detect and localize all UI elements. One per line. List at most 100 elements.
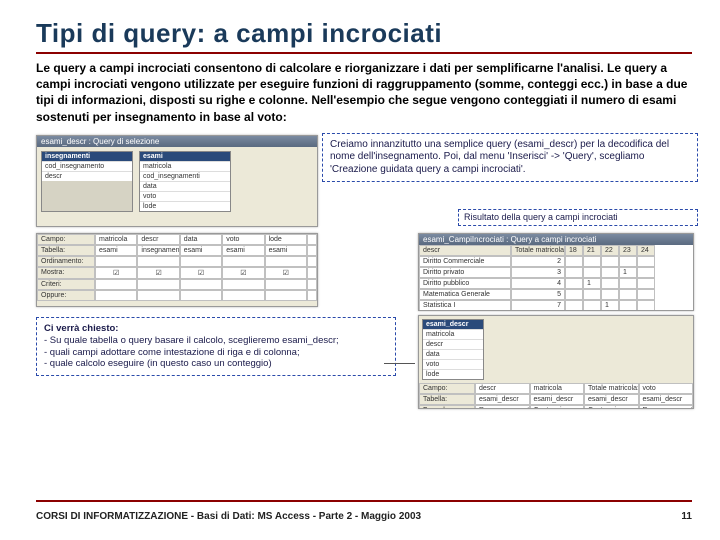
cell: 3	[511, 267, 565, 278]
cell	[619, 256, 637, 267]
row-label: Campo:	[419, 383, 475, 394]
field: cod_insegnamenti	[140, 171, 230, 181]
title-underline	[36, 52, 692, 54]
cell	[565, 289, 583, 300]
cell	[637, 278, 655, 289]
cell	[307, 256, 317, 267]
row-label: Tabella:	[37, 245, 95, 256]
footer-text: CORSI DI INFORMATIZZAZIONE - Basi di Dat…	[36, 511, 421, 522]
slide-title: Tipi di query: a campi incrociati	[36, 18, 692, 49]
table-esami-descr: esami_descr matricola descr data voto lo…	[422, 319, 484, 380]
col-header: 21	[583, 245, 601, 256]
checkbox-icon: ☑	[265, 267, 307, 279]
field: cod_insegnamento	[42, 161, 132, 171]
cell	[619, 300, 637, 311]
cell: esami_descr	[475, 394, 530, 405]
row-label: Campo:	[37, 234, 95, 245]
cell	[222, 279, 264, 290]
col-header: Totale matricola	[511, 245, 565, 256]
callout-item: - quali campi adottare come intestazione…	[44, 347, 388, 359]
checkbox-icon: ☑	[95, 267, 137, 279]
cell: Raggruppamento	[475, 405, 530, 409]
col-header: 22	[601, 245, 619, 256]
body-text: Le query a campi incrociati consentono d…	[36, 60, 692, 125]
cell	[95, 290, 137, 301]
cell	[583, 289, 601, 300]
footer: CORSI DI INFORMATIZZAZIONE - Basi di Dat…	[36, 511, 692, 522]
field: lode	[423, 369, 483, 379]
row-label: Criteri:	[37, 279, 95, 290]
window-titlebar: esami_descr : Query di selezione	[37, 136, 317, 147]
callout-result-label: Risultato della query a campi incrociati	[458, 209, 698, 226]
cell	[601, 278, 619, 289]
cell	[137, 256, 179, 267]
table-header: esami	[140, 152, 230, 161]
field: matricola	[140, 161, 230, 171]
cell: 4	[511, 278, 565, 289]
col-header: descr	[419, 245, 511, 256]
table-header: insegnamenti	[42, 152, 132, 161]
checkbox-icon: ☑	[137, 267, 179, 279]
cell: Statistica I	[419, 300, 511, 311]
screenshot-crosstab-design: esami_descr matricola descr data voto lo…	[418, 315, 694, 409]
cell	[265, 279, 307, 290]
screenshot-query-design: esami_descr : Query di selezione insegna…	[36, 135, 318, 227]
cell	[583, 256, 601, 267]
cell	[222, 256, 264, 267]
cell: 5	[511, 289, 565, 300]
cell	[601, 256, 619, 267]
cell	[95, 279, 137, 290]
cell: Matematica Generale	[419, 289, 511, 300]
cell	[265, 256, 307, 267]
cell	[307, 279, 317, 290]
cell	[601, 289, 619, 300]
row-label: Ordinamento:	[37, 256, 95, 267]
cell	[637, 300, 655, 311]
cell: descr	[475, 383, 530, 394]
cell: voto	[222, 234, 264, 245]
cell	[619, 278, 637, 289]
field: matricola	[423, 329, 483, 339]
field: voto	[140, 191, 230, 201]
checkbox-icon: ☑	[222, 267, 264, 279]
cell	[180, 279, 222, 290]
callout-subtitle: Ci verrà chiesto:	[44, 323, 388, 335]
cell	[307, 234, 317, 245]
cell	[565, 278, 583, 289]
callout-instructions: Creiamo innanzitutto una semplice query …	[322, 133, 698, 183]
cell	[307, 267, 317, 279]
checkbox-icon: ☑	[180, 267, 222, 279]
cell: Totale matricola: matricola	[584, 383, 639, 394]
page-number: 11	[681, 511, 692, 522]
cell: lode	[265, 234, 307, 245]
cell: 2	[511, 256, 565, 267]
cell	[222, 290, 264, 301]
cell: 1	[601, 300, 619, 311]
field: descr	[42, 171, 132, 181]
cell	[601, 267, 619, 278]
callout-wizard-steps: Ci verrà chiesto: - Su quale tabella o q…	[36, 317, 396, 377]
cell: Conteggio	[530, 405, 585, 409]
callout-item: - quale calcolo eseguire (in questo caso…	[44, 358, 388, 370]
cell	[637, 267, 655, 278]
cell: esami_descr	[639, 394, 694, 405]
cell	[637, 256, 655, 267]
cell	[180, 290, 222, 301]
cell	[565, 300, 583, 311]
window-titlebar: esami_CampiIncrociati : Query a campi in…	[419, 234, 693, 245]
table-esami: esami matricola cod_insegnamenti data vo…	[139, 151, 231, 212]
row-label: Mostra:	[37, 267, 95, 279]
cell: matricola	[530, 383, 585, 394]
cell	[637, 289, 655, 300]
cell	[565, 267, 583, 278]
cell: matricola	[95, 234, 137, 245]
screenshot-crosstab-result: esami_CampiIncrociati : Query a campi in…	[418, 233, 694, 311]
table-insegnamenti: insegnamenti cod_insegnamento descr	[41, 151, 133, 212]
cell: Diritto privato	[419, 267, 511, 278]
cell: data	[180, 234, 222, 245]
col-header: 18	[565, 245, 583, 256]
cell	[583, 300, 601, 311]
row-label: Tabella:	[419, 394, 475, 405]
field: data	[140, 181, 230, 191]
cell: esami_descr	[530, 394, 585, 405]
